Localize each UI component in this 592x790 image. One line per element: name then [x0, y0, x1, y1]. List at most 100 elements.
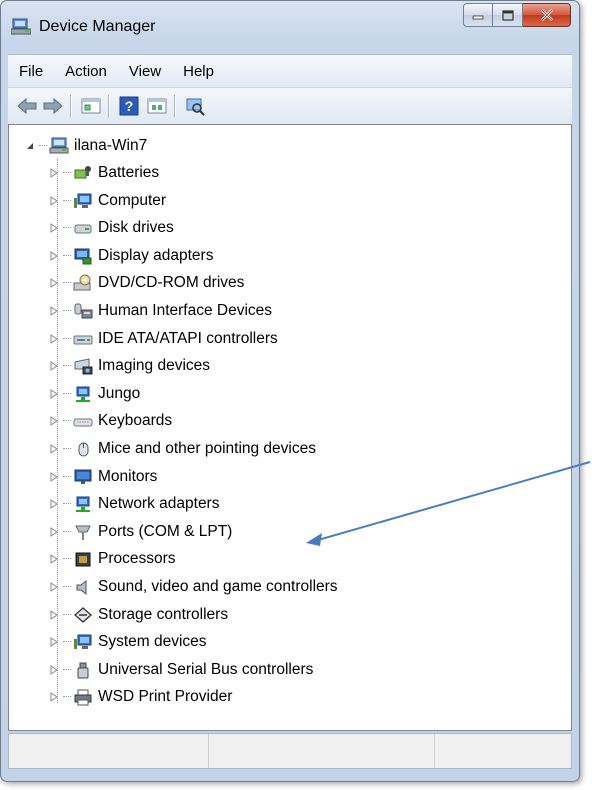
tree-item[interactable]: Disk drives — [49, 217, 174, 239]
expand-triangle-icon[interactable] — [49, 609, 59, 620]
menu-action[interactable]: Action — [54, 63, 118, 80]
expand-triangle-icon[interactable] — [49, 664, 59, 675]
toolbar-separator — [108, 95, 110, 117]
tree-item[interactable]: Sound, video and game controllers — [49, 576, 338, 598]
tree-item[interactable]: Imaging devices — [49, 355, 210, 377]
tree-item[interactable]: Ports (COM & LPT) — [49, 521, 232, 543]
toolbar: ? — [8, 87, 572, 125]
storage-controller-icon — [74, 606, 92, 623]
tree-connector — [63, 254, 71, 257]
hid-icon — [74, 303, 93, 319]
expand-triangle-icon[interactable] — [49, 333, 59, 344]
tree-item[interactable]: Keyboards — [49, 410, 172, 432]
tree-item[interactable]: Processors — [49, 548, 176, 570]
maximize-button[interactable] — [493, 3, 523, 27]
tree-connector — [63, 668, 71, 671]
tree-connector — [63, 530, 71, 533]
menu-file[interactable]: File — [8, 63, 54, 80]
tree-item-label: Mice and other pointing devices — [98, 440, 316, 457]
forward-arrow-icon[interactable] — [42, 96, 64, 116]
show-hidden-icon[interactable] — [146, 96, 168, 116]
menu-help[interactable]: Help — [172, 63, 225, 80]
tree-connector — [63, 365, 71, 367]
tree-item-label: Human Interface Devices — [98, 302, 273, 319]
status-cell-2 — [209, 734, 435, 768]
status-bar — [8, 733, 572, 769]
tree-item[interactable]: WSD Print Provider — [49, 686, 232, 708]
tree-connector — [63, 586, 71, 588]
close-icon — [540, 9, 553, 21]
device-manager-icon — [11, 18, 31, 35]
tree-connector — [63, 337, 71, 340]
expand-triangle-icon[interactable] — [49, 526, 59, 537]
expand-triangle-icon[interactable] — [49, 361, 59, 372]
tree-root[interactable]: ilana-Win7 — [25, 135, 147, 157]
expand-triangle-icon[interactable] — [49, 388, 59, 399]
tree-item[interactable]: Monitors — [49, 466, 157, 488]
tree-connector — [63, 613, 71, 616]
tree-item[interactable]: Jungo — [49, 383, 140, 405]
tree-connector — [63, 392, 71, 395]
tree-connector — [63, 310, 71, 312]
menu-view[interactable]: View — [118, 63, 172, 80]
tree-item[interactable]: Storage controllers — [49, 604, 228, 626]
window-controls — [463, 3, 571, 29]
maximize-icon — [501, 9, 514, 21]
expand-triangle-icon[interactable] — [49, 416, 59, 427]
tree-item[interactable]: DVD/CD-ROM drives — [49, 272, 244, 294]
expand-triangle-icon[interactable] — [49, 223, 59, 234]
expand-triangle-icon[interactable] — [49, 444, 59, 454]
tree-connector — [63, 420, 71, 422]
expand-triangle-icon[interactable] — [49, 582, 59, 592]
toolbar-separator — [70, 95, 72, 117]
tree-item[interactable]: Batteries — [49, 162, 159, 184]
expand-triangle-icon[interactable] — [49, 195, 59, 206]
tree-item-label: Disk drives — [98, 219, 174, 237]
camera-icon — [74, 358, 93, 375]
expand-triangle-icon[interactable] — [49, 554, 59, 565]
toolbar-separator — [174, 95, 176, 117]
help-icon[interactable]: ? — [118, 96, 140, 116]
tree-item[interactable]: Display adapters — [49, 245, 213, 267]
scan-hardware-icon[interactable] — [184, 96, 206, 116]
port-icon — [75, 525, 91, 540]
expand-triangle-icon[interactable] — [49, 471, 59, 482]
minimize-button[interactable] — [463, 3, 493, 27]
expand-triangle-icon[interactable] — [49, 499, 59, 510]
tree-item[interactable]: Human Interface Devices — [49, 300, 272, 322]
tree-item[interactable]: Network adapters — [49, 493, 219, 515]
tree-item[interactable]: Universal Serial Bus controllers — [49, 659, 313, 681]
collapse-triangle-icon[interactable] — [25, 141, 35, 151]
expand-triangle-icon[interactable] — [49, 637, 59, 648]
tree-connector — [63, 503, 71, 505]
close-button[interactable] — [523, 3, 571, 27]
root-label: ilana-Win7 — [74, 137, 148, 154]
tree-connector — [39, 145, 47, 147]
tree-item-label: Display adapters — [98, 246, 214, 264]
display-adapter-icon — [74, 248, 92, 265]
expand-triangle-icon[interactable] — [49, 306, 59, 316]
tree-item-label: Storage controllers — [98, 605, 229, 623]
keyboard-icon — [73, 418, 93, 427]
tree-item-label: Computer — [98, 191, 167, 209]
expand-triangle-icon[interactable] — [49, 692, 59, 703]
title-bar[interactable]: Device Manager — [1, 1, 579, 53]
tree-item-label: IDE ATA/ATAPI controllers — [98, 329, 278, 347]
tree-item-label: Keyboards — [98, 412, 173, 430]
back-arrow-icon[interactable] — [16, 96, 38, 116]
disk-drive-icon — [74, 224, 92, 234]
tree-item[interactable]: Computer — [49, 190, 166, 212]
tree-item[interactable]: IDE ATA/ATAPI controllers — [49, 328, 278, 350]
expand-triangle-icon[interactable] — [49, 250, 59, 261]
properties-icon[interactable] — [80, 96, 102, 116]
menu-bar: File Action View Help — [8, 54, 572, 87]
expand-triangle-icon[interactable] — [49, 168, 59, 178]
tree-item[interactable]: Mice and other pointing devices — [49, 438, 316, 460]
device-tree[interactable]: ilana-Win7 Batteries Computer Disk drives D… — [8, 124, 572, 731]
tree-connector — [63, 558, 71, 560]
tree-item[interactable]: System devices — [49, 631, 207, 653]
network-adapter-icon — [76, 496, 90, 513]
expand-triangle-icon[interactable] — [49, 278, 59, 289]
ide-controller-icon — [73, 335, 93, 345]
status-cell-3 — [435, 734, 571, 768]
